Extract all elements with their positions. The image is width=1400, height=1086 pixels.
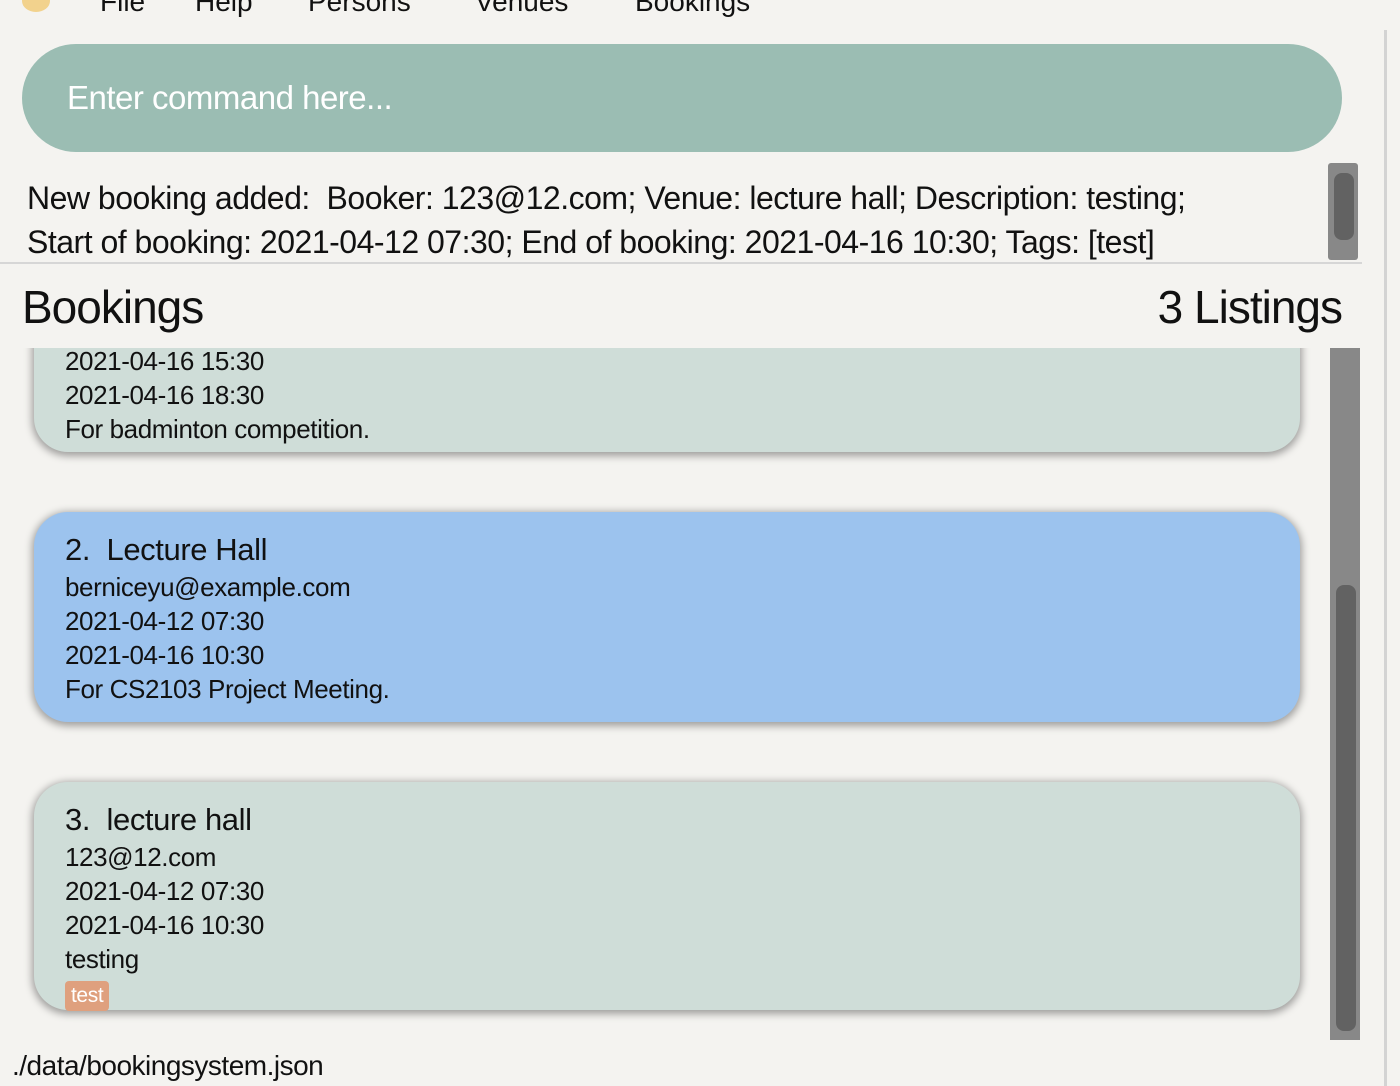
booking-card-selected[interactable]: 2. Lecture Hall berniceyu@example.com 20…	[34, 512, 1300, 722]
booking-card[interactable]: 2021-04-16 15:30 2021-04-16 18:30 For ba…	[34, 348, 1300, 452]
list-scrollbar[interactable]	[1330, 348, 1360, 1040]
result-line-2: Start of booking: 2021-04-12 07:30; End …	[27, 224, 1155, 260]
divider	[0, 262, 1362, 264]
result-scrollbar-thumb[interactable]	[1334, 173, 1354, 240]
booking-start: 2021-04-12 07:30	[65, 606, 264, 636]
menu-help[interactable]: Help	[195, 0, 253, 18]
result-display: New booking added: Booker: 123@12.com; V…	[27, 176, 1317, 264]
list-title: Bookings	[22, 281, 204, 333]
list-scrollbar-thumb[interactable]	[1336, 585, 1356, 1031]
booking-title: 2. Lecture Hall	[65, 530, 1269, 570]
booking-start: 2021-04-16 15:30	[65, 348, 264, 376]
menu-venues[interactable]: Venues	[475, 0, 568, 18]
booking-index: 2.	[65, 532, 91, 567]
booking-booker: berniceyu@example.com	[65, 572, 351, 602]
booking-list: 2021-04-16 15:30 2021-04-16 18:30 For ba…	[0, 348, 1330, 1040]
booking-venue: lecture hall	[106, 802, 253, 837]
command-input[interactable]	[22, 44, 1342, 152]
booking-index: 3.	[65, 802, 91, 837]
menu-persons[interactable]: Persons	[308, 0, 411, 18]
tag-badge: test	[65, 981, 110, 1011]
booking-description: For CS2103 Project Meeting.	[65, 674, 390, 704]
booking-description: For badminton competition.	[65, 414, 370, 444]
listing-count: 3 Listings	[1157, 281, 1343, 333]
result-line-1: New booking added: Booker: 123@12.com; V…	[27, 180, 1186, 216]
menu-file[interactable]: File	[100, 0, 145, 18]
result-scrollbar[interactable]	[1328, 163, 1358, 260]
app-logo-icon	[22, 0, 50, 12]
booking-start: 2021-04-12 07:30	[65, 876, 264, 906]
booking-end: 2021-04-16 10:30	[65, 910, 264, 940]
window-edge	[1384, 30, 1387, 1086]
storage-path: ./data/bookingsystem.json	[12, 1050, 324, 1081]
booking-booker: 123@12.com	[65, 842, 217, 872]
menu-bookings[interactable]: Bookings	[635, 0, 750, 18]
booking-venue: Lecture Hall	[106, 532, 268, 567]
booking-end: 2021-04-16 18:30	[65, 380, 264, 410]
booking-description: testing	[65, 944, 139, 974]
booking-card[interactable]: 3. lecture hall 123@12.com 2021-04-12 07…	[34, 782, 1300, 1011]
booking-title: 3. lecture hall	[65, 800, 1269, 840]
booking-end: 2021-04-16 10:30	[65, 640, 264, 670]
